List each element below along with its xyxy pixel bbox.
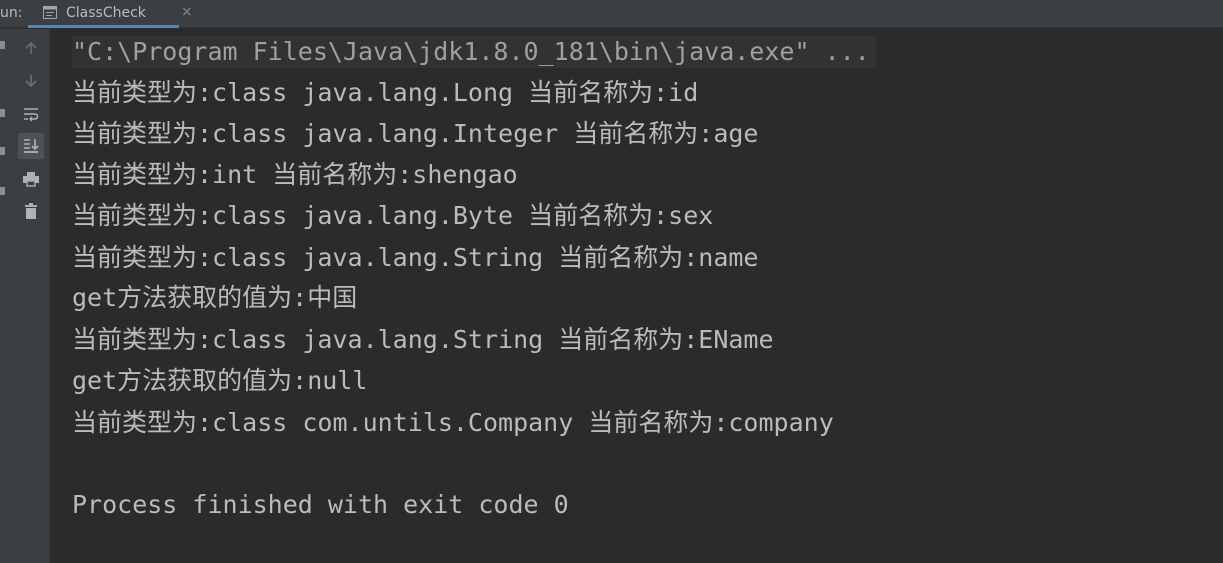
console-line: 当前类型为:class java.lang.String 当前名称为:EName [72,325,774,354]
run-toolbar [12,29,50,563]
console-line: get方法获取的值为:中国 [72,283,358,312]
console-output[interactable]: "C:\Program Files\Java\jdk1.8.0_181\bin\… [50,29,1223,563]
close-icon[interactable]: × [181,4,193,20]
run-tab-bar: un: ClassCheck × [0,0,1223,28]
console-line: 当前类型为:class java.lang.Byte 当前名称为:sex [72,201,714,230]
scroll-to-end-icon[interactable] [18,133,44,159]
console-line: 当前类型为:class java.lang.Integer 当前名称为:age [72,119,759,148]
edge-marker [0,41,5,49]
console-icon [43,6,57,19]
soft-wrap-icon[interactable] [18,101,44,127]
console-line: get方法获取的值为:null [72,366,368,395]
tab-classcheck[interactable]: ClassCheck × [28,0,193,28]
console-line: 当前类型为:class java.lang.Long 当前名称为:id [72,78,699,107]
tab-title: ClassCheck [66,5,146,21]
edge-marker [0,109,5,117]
exit-message: Process finished with exit code 0 [72,490,569,519]
edge-marker [0,187,5,195]
command-line: "C:\Program Files\Java\jdk1.8.0_181\bin\… [72,36,876,68]
trash-icon[interactable] [18,198,44,224]
edge-marker [0,147,5,155]
console-line: 当前类型为:class java.lang.String 当前名称为:name [72,243,759,272]
console-line: 当前类型为:class com.untils.Company 当前名称为:com… [72,408,834,437]
left-edge-strip [0,29,12,563]
down-arrow-icon[interactable] [18,68,44,94]
console-line: 当前类型为:int 当前名称为:shengao [72,160,518,189]
run-label: un: [0,5,23,21]
print-icon[interactable] [18,166,44,192]
up-arrow-icon[interactable] [18,35,44,61]
